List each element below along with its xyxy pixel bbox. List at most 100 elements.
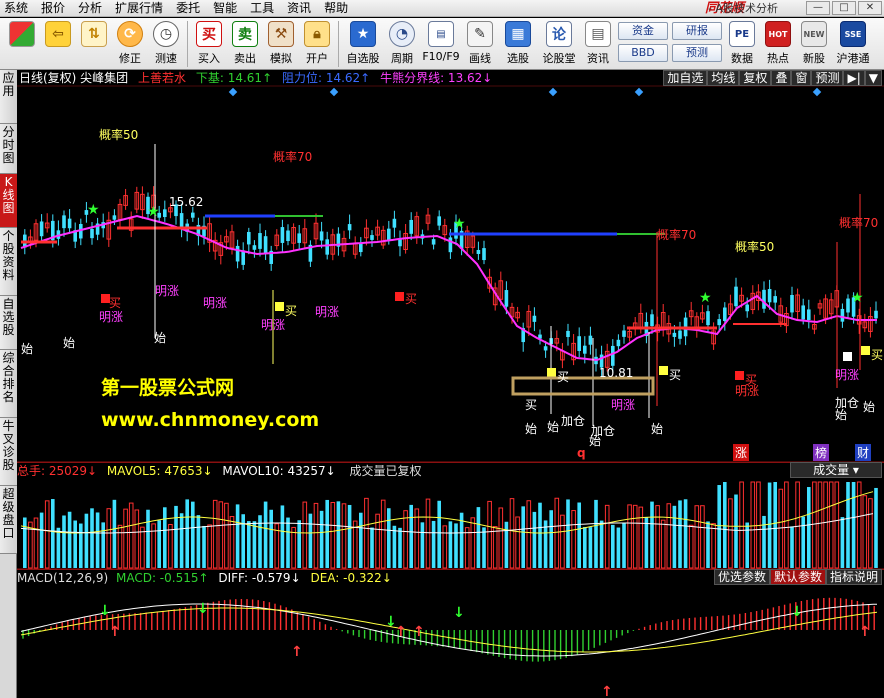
menu-smart[interactable]: 智能: [209, 0, 246, 17]
arrow-up-icon: ↑: [859, 624, 871, 640]
candle-body: [90, 228, 94, 239]
diamond-icon: [548, 87, 558, 97]
default-params-button[interactable]: 默认参数: [769, 569, 826, 585]
research-button[interactable]: 研报: [672, 22, 722, 40]
predict-button[interactable]: 预测: [811, 70, 844, 86]
volume-bar: [678, 500, 682, 568]
volume-indicator-select[interactable]: 成交量 ▾: [790, 462, 882, 478]
tab-stock-info[interactable]: 个股资料: [0, 228, 17, 296]
capital-button[interactable]: 资金: [618, 22, 668, 40]
layout-button[interactable]: [4, 18, 40, 68]
volume-bar: [247, 521, 251, 568]
bbd-button[interactable]: BBD: [618, 44, 668, 62]
news-button[interactable]: ▤ 资讯: [580, 18, 616, 68]
end-button[interactable]: ▶|: [843, 70, 865, 86]
menu-news[interactable]: 资讯: [283, 0, 320, 17]
arrow-up-icon: ↑: [395, 624, 407, 640]
volume-bar: [380, 499, 386, 569]
tab-kline[interactable]: K线图: [0, 174, 17, 228]
refresh-icon: ⟳: [117, 21, 143, 47]
signal-mingzhang: 明涨: [261, 318, 286, 332]
volume-bar: [862, 495, 868, 569]
hk-connect-button[interactable]: SSE 沪港通: [832, 18, 874, 68]
tab-watchlist[interactable]: 自选股: [0, 296, 17, 350]
sell-button[interactable]: 卖 卖出: [227, 18, 263, 68]
volume-bar: [560, 514, 565, 569]
dropdown-button[interactable]: ▼: [864, 70, 882, 86]
candle-body: [532, 315, 537, 322]
layout-grid-icon: [9, 21, 35, 47]
indicator-help-button[interactable]: 指标说明: [825, 569, 882, 585]
marker-q: q: [577, 446, 586, 460]
candle-body: [790, 295, 794, 313]
candle-body: [476, 249, 481, 254]
simulate-button[interactable]: ⚒ 模拟: [263, 18, 299, 68]
volume-total: 总手: 25029↓: [17, 464, 98, 478]
volume-bar: [611, 524, 615, 568]
f10-button[interactable]: ▤ F10/F9: [420, 18, 462, 68]
marker-cai: 财: [855, 444, 872, 461]
volume-bar: [594, 499, 598, 568]
new-stock-button[interactable]: NEW 新股: [796, 18, 832, 68]
star-icon: ★: [87, 202, 100, 218]
volume-bar: [812, 481, 817, 569]
draw-line-button[interactable]: ✎ 画线: [462, 18, 498, 68]
tab-apps[interactable]: 应用: [0, 70, 17, 124]
refresh-button[interactable]: ⟳ 修正: [112, 18, 148, 68]
volume-bar: [420, 522, 425, 568]
forum-button[interactable]: 论 论股堂: [538, 18, 580, 68]
volume-bar: [683, 499, 688, 568]
window-button[interactable]: 窗: [791, 70, 812, 86]
data-button[interactable]: PE 数据: [724, 18, 760, 68]
candle-body: [448, 237, 453, 253]
buy-button[interactable]: 买 买入: [191, 18, 227, 68]
volume-bar: [588, 527, 593, 568]
volume-bar: [23, 517, 27, 568]
menu-trade[interactable]: 委托: [172, 0, 209, 17]
volume-bar: [549, 510, 553, 568]
volume-bar: [470, 517, 476, 569]
updown-button[interactable]: ⇅: [76, 18, 112, 68]
adjust-button[interactable]: 复权: [739, 70, 772, 86]
menu-system[interactable]: 系统: [0, 0, 37, 17]
volume-bar: [179, 513, 184, 568]
maximize-button[interactable]: □: [832, 1, 856, 15]
back-button[interactable]: ⇦: [40, 18, 76, 68]
forecast-button[interactable]: 预测: [672, 44, 722, 62]
signal-buy: 买: [525, 398, 538, 412]
speedtest-button[interactable]: ◷ 测速: [148, 18, 184, 68]
period-button[interactable]: ◔ 周期: [384, 18, 420, 68]
volume-bar: [241, 514, 245, 568]
candle-body: [67, 218, 72, 229]
volume-bar: [823, 481, 828, 569]
stock-select-button[interactable]: ▦ 选股: [498, 18, 538, 68]
toolbar: ⇦ ⇅ ⟳ 修正 ◷ 测速 买 买入 卖 卖出 ⚒ 模拟 🔒︎ 开户 ★ 自选股…: [0, 18, 884, 70]
signal-start: 始: [547, 420, 560, 434]
candle-body: [252, 245, 257, 250]
volume-bar: [778, 488, 784, 569]
clock-icon: ◷: [153, 21, 179, 47]
macd-button-group: 优选参数 默认参数 指标说明: [713, 569, 882, 585]
optimal-params-button[interactable]: 优选参数: [713, 569, 770, 585]
overlay-button[interactable]: 叠: [771, 70, 792, 86]
candle-body: [678, 330, 682, 339]
tab-diagnosis[interactable]: 牛叉诊股: [0, 418, 17, 486]
tab-super-quote[interactable]: 超级盘口: [0, 486, 17, 554]
menu-analysis[interactable]: 分析: [74, 0, 111, 17]
add-watchlist-button[interactable]: 加自选: [663, 70, 708, 86]
watchlist-button[interactable]: ★ 自选股: [342, 18, 384, 68]
ma-button[interactable]: 均线: [707, 70, 740, 86]
hot-button[interactable]: HOT 热点: [760, 18, 796, 68]
tab-ranking[interactable]: 综合排名: [0, 350, 17, 418]
close-button[interactable]: ✕: [858, 1, 882, 15]
volume-bar: [874, 487, 878, 568]
candle-body: [723, 307, 727, 321]
tab-intraday[interactable]: 分时图: [0, 124, 17, 174]
menu-help[interactable]: 帮助: [320, 0, 357, 17]
menu-tools[interactable]: 工具: [246, 0, 283, 17]
menu-quote[interactable]: 报价: [37, 0, 74, 17]
minimize-button[interactable]: —: [806, 1, 830, 15]
open-account-button[interactable]: 🔒︎ 开户: [299, 18, 335, 68]
signal-buy: 买: [405, 292, 418, 306]
menu-extended[interactable]: 扩展行情: [111, 0, 172, 17]
